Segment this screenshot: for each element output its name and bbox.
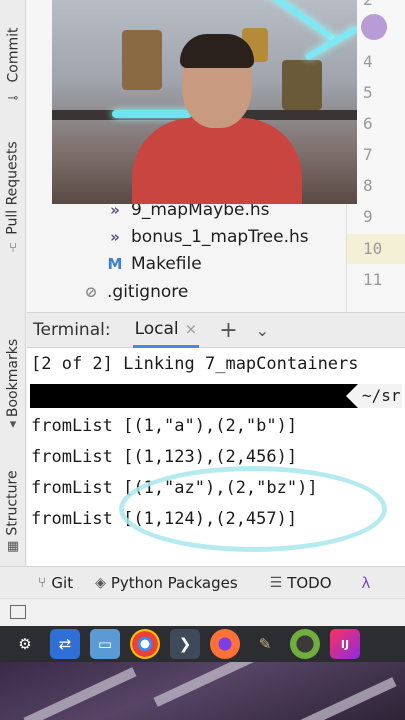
git-branch-icon: ⑂ — [38, 574, 47, 591]
tab-structure[interactable]: Structure ▦ — [0, 448, 26, 558]
line-number: 4 — [363, 52, 373, 71]
git-tool-button[interactable]: ⑂ Git — [38, 574, 73, 592]
neon-light — [112, 110, 192, 118]
lambda-icon: λ — [361, 573, 371, 592]
lambda-tool-button[interactable]: λ — [362, 574, 371, 592]
tab-commit-label: Commit — [5, 27, 21, 83]
terminal-title: Terminal: — [33, 320, 111, 340]
line-number: 8 — [363, 176, 373, 195]
terminal-tab-bar: Terminal: Local × + ⌄ — [27, 312, 405, 348]
bookmark-icon: ▾ — [9, 417, 17, 432]
person-body — [132, 118, 302, 204]
wallpaper-stripe — [153, 662, 267, 707]
terminal-line: [2 of 2] Linking 7_mapContainers — [31, 354, 359, 374]
prompt-path: ~/sr — [358, 384, 402, 408]
makefile-icon: M — [107, 255, 123, 273]
shell-prompt: ~/sr — [30, 384, 402, 408]
firefox-app-icon[interactable] — [210, 629, 240, 659]
line-number: 5 — [363, 83, 373, 102]
python-packages-icon: ◈ — [95, 574, 106, 591]
avatar-icon — [361, 14, 387, 40]
line-number: 11 — [363, 270, 383, 289]
git-tool-label: Git — [51, 573, 74, 592]
terminal-app-icon[interactable]: ❯ — [170, 629, 200, 659]
obs-app-icon[interactable] — [290, 629, 320, 659]
line-number: 7 — [363, 145, 373, 164]
todo-label: TODO — [287, 573, 332, 592]
shelf-decor — [122, 30, 162, 90]
tab-pull-requests-label: Pull Requests — [5, 141, 21, 235]
neon-light — [258, 0, 336, 42]
todo-list-icon: ☰ — [269, 574, 283, 591]
chevron-down-icon[interactable]: ⌄ — [256, 321, 269, 340]
wallpaper-stripe — [23, 667, 137, 720]
tool-window-bar: ⑂ Git ◈ Python Packages ☰ TODO λ — [0, 566, 405, 598]
gitignore-file-icon: ⊘ — [84, 283, 98, 301]
gimp-app-icon[interactable]: ✎ — [250, 629, 280, 659]
files-app-icon[interactable]: ▭ — [90, 629, 120, 659]
close-icon[interactable]: × — [185, 320, 198, 338]
tree-item-label: bonus_1_mapTree.hs — [131, 227, 309, 247]
highlight-ellipse — [119, 466, 387, 552]
tab-local-label: Local — [134, 318, 179, 339]
tab-bookmarks[interactable]: Bookmarks ▾ — [0, 318, 26, 438]
remote-app-icon[interactable]: ⇄ — [50, 629, 80, 659]
prompt-arrow-icon — [346, 384, 358, 408]
structure-icon: ▦ — [6, 539, 20, 554]
tree-item-label: Makefile — [131, 254, 202, 274]
line-number: 6 — [363, 114, 373, 133]
terminal-output[interactable]: [2 of 2] Linking 7_mapContainers ~/sr fr… — [27, 348, 405, 566]
tree-item-label: .gitignore — [107, 282, 189, 302]
terminal-line: fromList [(1,"a"),(2,"b")] — [31, 416, 298, 436]
todo-button[interactable]: ☰ TODO — [270, 574, 332, 592]
neon-light — [304, 25, 357, 61]
tree-item[interactable]: M Makefile — [105, 254, 202, 274]
python-packages-label: Python Packages — [110, 573, 238, 592]
add-terminal-button[interactable]: + — [219, 318, 237, 343]
line-number: 9 — [363, 207, 373, 226]
chrome-app-icon[interactable] — [130, 629, 160, 659]
python-packages-button[interactable]: ◈ Python Packages — [95, 574, 238, 592]
os-taskbar: ⚙ ⇄ ▭ ❯ ✎ IJ — [0, 626, 405, 662]
desktop-wallpaper — [0, 662, 405, 720]
haskell-file-icon: » — [110, 228, 120, 246]
tab-local[interactable]: Local × — [132, 312, 200, 348]
left-tool-strip: Commit ⊸ Pull Requests ⑂ Bookmarks ▾ Str… — [0, 0, 26, 596]
terminal-line: fromList [(1,123),(2,456)] — [31, 447, 298, 467]
person-hair — [180, 34, 254, 68]
wallpaper-stripe — [283, 677, 397, 720]
toggle-tool-windows-icon[interactable] — [10, 605, 26, 619]
webcam-overlay — [52, 0, 357, 204]
line-number: 2 — [363, 0, 393, 9]
tab-bookmarks-label: Bookmarks — [5, 338, 21, 418]
intellij-app-icon[interactable]: IJ — [330, 629, 360, 659]
tree-item[interactable]: ⊘ .gitignore — [81, 282, 189, 302]
pull-request-icon: ⑂ — [9, 241, 17, 256]
shelf-decor — [282, 60, 322, 110]
tab-structure-label: Structure — [5, 470, 22, 536]
settings-app-icon[interactable]: ⚙ — [10, 629, 40, 659]
line-number: 10 — [363, 239, 383, 258]
tab-pull-requests[interactable]: Pull Requests ⑂ — [0, 118, 26, 258]
commit-icon: ⊸ — [7, 91, 19, 106]
tab-commit[interactable]: Commit ⊸ — [0, 0, 26, 110]
tree-item[interactable]: » bonus_1_mapTree.hs — [105, 227, 309, 247]
status-bar — [0, 598, 405, 626]
